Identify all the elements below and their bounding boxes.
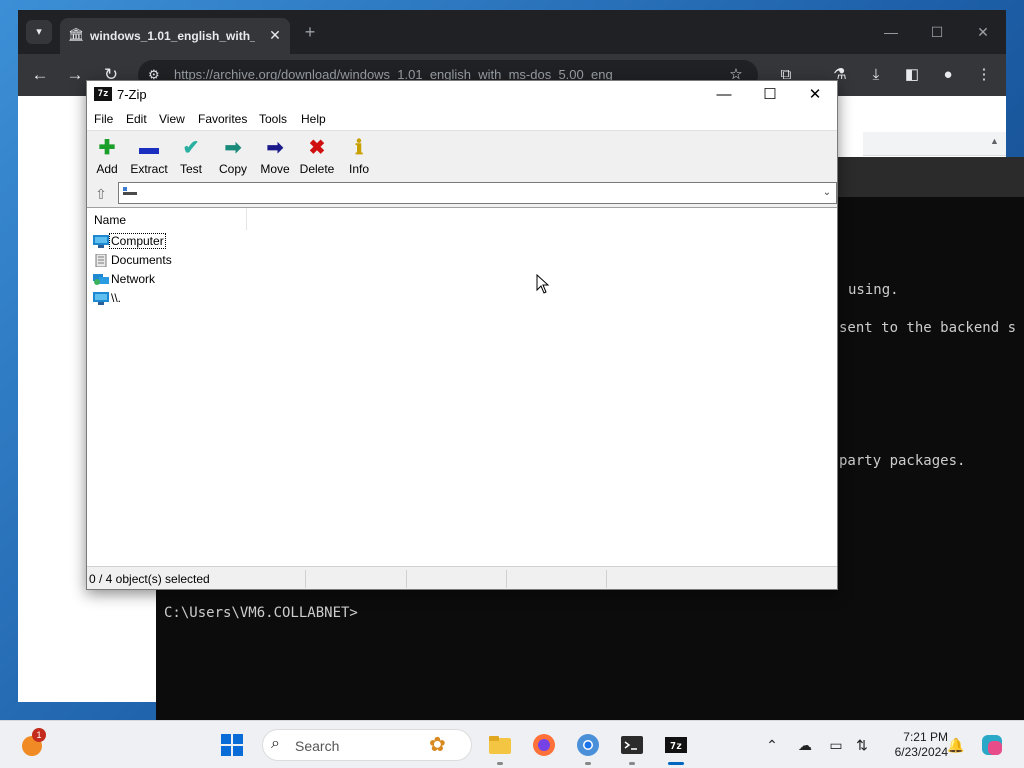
running-indicator — [585, 762, 591, 765]
browser-minimize-icon[interactable]: — — [880, 22, 902, 42]
show-hidden-icons-icon[interactable]: ⌃ — [762, 734, 782, 756]
start-icon[interactable] — [216, 729, 248, 761]
menu-file[interactable]: File — [94, 112, 113, 126]
file-explorer-icon[interactable] — [484, 729, 516, 761]
status-bar: 0 / 4 object(s) selected — [87, 566, 837, 589]
running-indicator — [629, 762, 635, 765]
download-icon[interactable]: ⤓ — [864, 62, 888, 88]
7zip-taskbar-icon[interactable]: 7z — [660, 729, 692, 761]
computer-icon — [93, 235, 109, 248]
network-status-icon[interactable]: ⇅ — [852, 734, 872, 756]
7zip-window: 7z 7-Zip — ☐ ✕ File Edit View Favorites … — [86, 80, 838, 590]
7zip-app-icon: 7z — [94, 87, 112, 101]
column-header-name[interactable]: Name — [87, 208, 247, 230]
tab-search-button[interactable]: ▾ — [26, 20, 52, 44]
browser-tab[interactable]: 🏛 windows_1.01_english_with_ms-dos_5.00_… — [60, 18, 290, 54]
terminal-prompt[interactable]: C:\Users\VM6.COLLABNET> — [164, 605, 358, 621]
menu-tools[interactable]: Tools — [259, 112, 287, 126]
list-item-documents[interactable]: Documents — [91, 251, 291, 270]
back-icon[interactable]: ← — [27, 62, 53, 88]
list-item-computer[interactable]: Computer — [91, 232, 291, 251]
minus-icon: ▬ — [139, 137, 159, 159]
folder-up-icon[interactable]: ⇧ — [90, 183, 112, 205]
forward-icon[interactable]: → — [62, 62, 88, 88]
profile-icon[interactable]: ● — [936, 62, 960, 88]
documents-icon — [95, 254, 107, 267]
display-icon[interactable]: ▭ — [826, 734, 846, 756]
menu-help[interactable]: Help — [301, 112, 326, 126]
info-label: Info — [348, 162, 369, 176]
page-content-strip — [863, 132, 1006, 156]
file-list: Name Computer Documents Network \\. — [87, 207, 837, 566]
chevron-down-icon[interactable]: ⌄ — [820, 185, 834, 201]
search-icon: ⌕ — [271, 735, 280, 752]
clock-time: 7:21 PM — [903, 730, 948, 744]
copy-arrow-icon: ➡ — [224, 137, 242, 159]
menu-view[interactable]: View — [159, 112, 185, 126]
search-placeholder: Search — [295, 738, 340, 754]
scroll-up-icon[interactable]: ▲ — [990, 136, 999, 146]
item-label: Computer — [109, 233, 166, 249]
clock[interactable]: 7:21 PM 6/23/2024 — [876, 730, 948, 760]
window-title: 7-Zip — [117, 87, 147, 102]
list-item-device-path[interactable]: \\. — [91, 289, 291, 308]
chrome-icon[interactable] — [572, 729, 604, 761]
list-item-network[interactable]: Network — [91, 270, 291, 289]
terminal-line: using. — [848, 282, 899, 298]
terminal-line: sent to the backend s — [839, 320, 1017, 336]
info-icon: ℹ — [355, 137, 363, 159]
terminal-app-icon[interactable] — [616, 729, 648, 761]
terminal-line: party packages. — [839, 453, 966, 469]
svg-text:7z: 7z — [670, 741, 682, 752]
menu-bar: File Edit View Favorites Tools Help — [87, 108, 837, 130]
running-indicator — [497, 762, 503, 765]
menu-favorites[interactable]: Favorites — [198, 112, 247, 126]
toolbar: ✚ Add ▬ Extract ✔ Test ➡ Copy ➡ Move ✖ D… — [87, 130, 837, 180]
taskbar-search-box[interactable]: ⌕ Search ✿ — [262, 729, 472, 761]
close-icon[interactable]: ✕ — [792, 81, 838, 108]
onedrive-icon[interactable]: ☁ — [795, 734, 815, 756]
x-icon: ✖ — [308, 137, 326, 159]
move-arrow-icon: ➡ — [266, 137, 284, 159]
taskbar: ⌕ Search ✿ 7z ⌃ ☁ ▭ ⇅ 7:21 PM 6/23/2024 … — [0, 720, 1024, 768]
notification-bell-icon[interactable]: 🔔 — [946, 734, 966, 756]
tab-title: windows_1.01_english_with_ms-dos_5.00_en… — [90, 29, 255, 43]
firefox-icon[interactable] — [528, 729, 560, 761]
plus-icon: ✚ — [98, 137, 116, 159]
status-cell — [306, 570, 407, 588]
info-button[interactable]: ℹ Info — [336, 135, 382, 179]
close-tab-icon[interactable]: ✕ — [266, 26, 284, 44]
computer-icon — [93, 292, 109, 305]
maximize-icon[interactable]: ☐ — [747, 81, 793, 108]
clock-date: 6/23/2024 — [894, 745, 948, 759]
computer-small-icon — [123, 187, 137, 195]
search-highlight-icon: ✿ — [429, 734, 446, 756]
item-label: Network — [111, 272, 156, 286]
check-icon: ✔ — [182, 137, 200, 159]
status-selection: 0 / 4 object(s) selected — [87, 570, 306, 588]
copilot-icon[interactable] — [976, 729, 1008, 761]
notification-badge: 1 — [32, 728, 46, 742]
7zip-titlebar[interactable]: 7z 7-Zip — ☐ ✕ — [87, 81, 837, 108]
item-label: Documents — [111, 253, 172, 267]
network-icon — [93, 274, 109, 285]
status-cell — [507, 570, 607, 588]
active-indicator — [668, 762, 684, 765]
column-name-label: Name — [94, 213, 127, 227]
new-tab-button[interactable]: + — [300, 22, 320, 42]
mouse-cursor-icon — [536, 274, 550, 294]
archive-icon: 🏛 — [68, 27, 85, 42]
side-panel-icon[interactable]: ◧ — [900, 62, 924, 88]
address-toolbar: ⇧ ⌄ — [87, 180, 837, 207]
minimize-icon[interactable]: — — [701, 81, 747, 108]
browser-maximize-icon[interactable]: ☐ — [926, 22, 948, 42]
browser-close-icon[interactable]: ✕ — [972, 22, 994, 42]
item-label: \\. — [111, 291, 122, 305]
menu-edit[interactable]: Edit — [126, 112, 147, 126]
browser-menu-icon[interactable]: ⋮ — [972, 62, 996, 88]
path-combobox[interactable]: ⌄ — [118, 182, 837, 204]
status-cell — [407, 570, 507, 588]
browser-tab-bar: ▾ 🏛 windows_1.01_english_with_ms-dos_5.0… — [18, 10, 1006, 54]
